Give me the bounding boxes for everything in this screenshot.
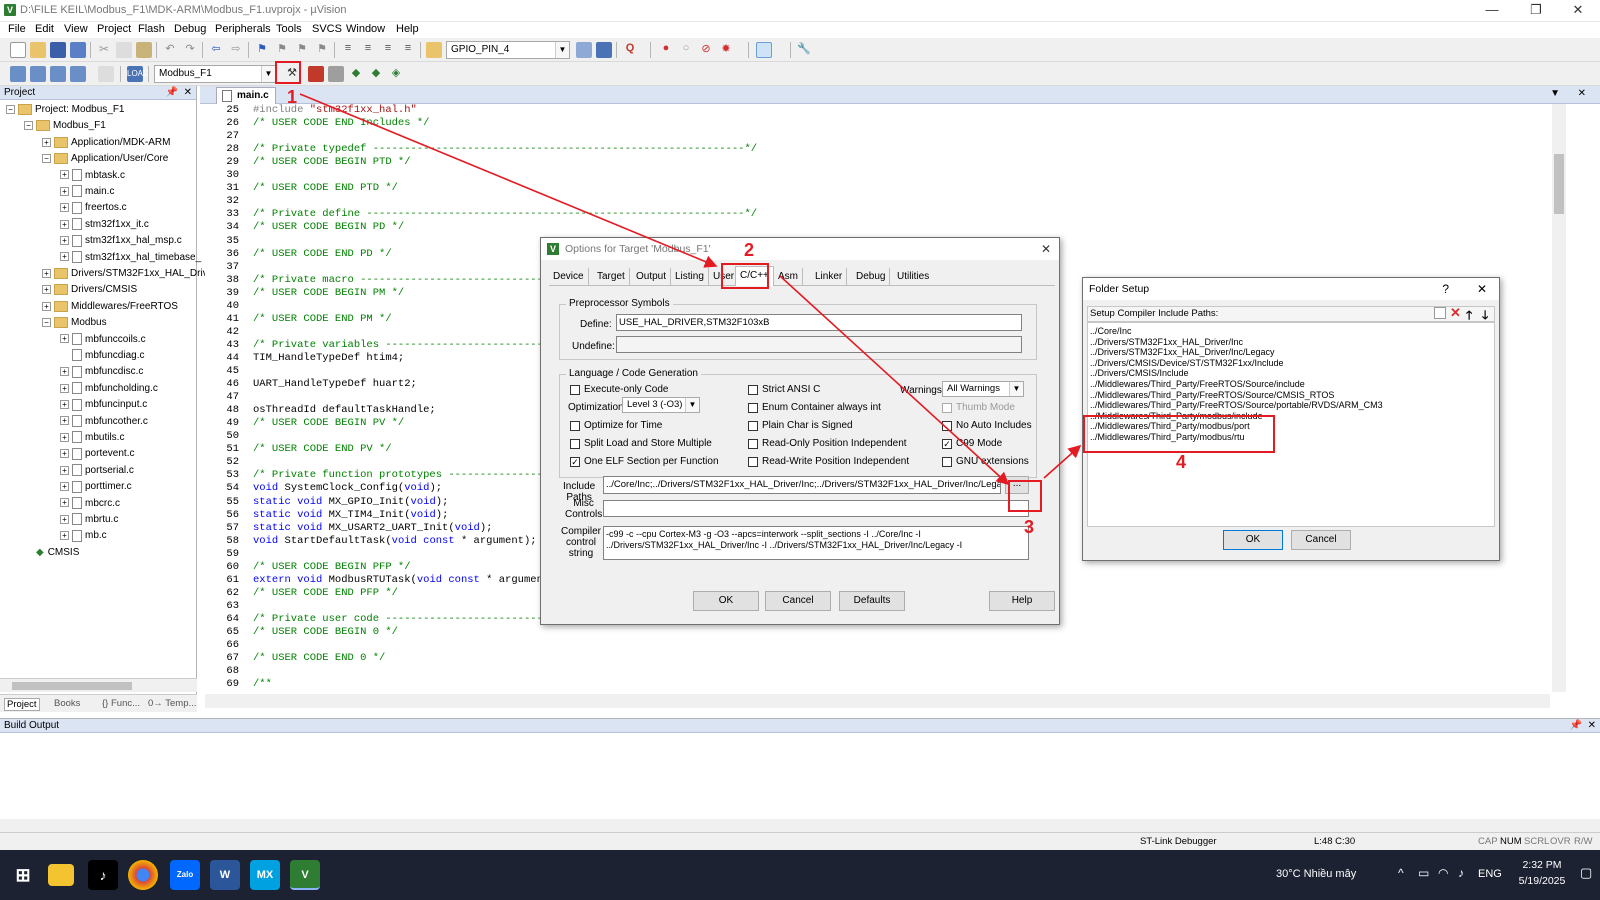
mx-icon[interactable]: MX xyxy=(250,860,280,890)
notification-icon[interactable]: ▢ xyxy=(1580,865,1592,881)
windows-taskbar: ⊞ ♪ Zalo W MX V 30°C Nhiều mây ^ ▭ ◠ ♪ E… xyxy=(0,850,1600,900)
wifi-icon[interactable]: ◠ xyxy=(1438,866,1448,880)
arrow-2-to-3 xyxy=(779,275,1010,486)
arrow-1-to-2 xyxy=(299,93,718,268)
chrome-icon[interactable] xyxy=(128,860,158,890)
weather-text[interactable]: 30°C Nhiều mây xyxy=(1276,868,1356,880)
arrow-3-to-4 xyxy=(1043,444,1082,479)
tiktok-icon[interactable]: ♪ xyxy=(88,860,118,890)
volume-icon[interactable]: ♪ xyxy=(1458,866,1464,880)
tray-chevron-icon[interactable]: ^ xyxy=(1398,866,1404,880)
file-explorer-icon[interactable] xyxy=(48,864,74,886)
zalo-icon[interactable]: Zalo xyxy=(170,860,200,890)
keil-icon[interactable]: V xyxy=(290,860,320,890)
clock-date[interactable]: 5/19/2025 xyxy=(1512,875,1572,887)
clock-time[interactable]: 2:32 PM xyxy=(1512,859,1572,871)
annotation-arrows xyxy=(299,93,1082,486)
windows-start-icon[interactable]: ⊞ xyxy=(8,860,38,890)
language-indicator[interactable]: ENG xyxy=(1478,868,1502,880)
battery-icon[interactable]: ▭ xyxy=(1418,866,1429,880)
word-icon[interactable]: W xyxy=(210,860,240,890)
